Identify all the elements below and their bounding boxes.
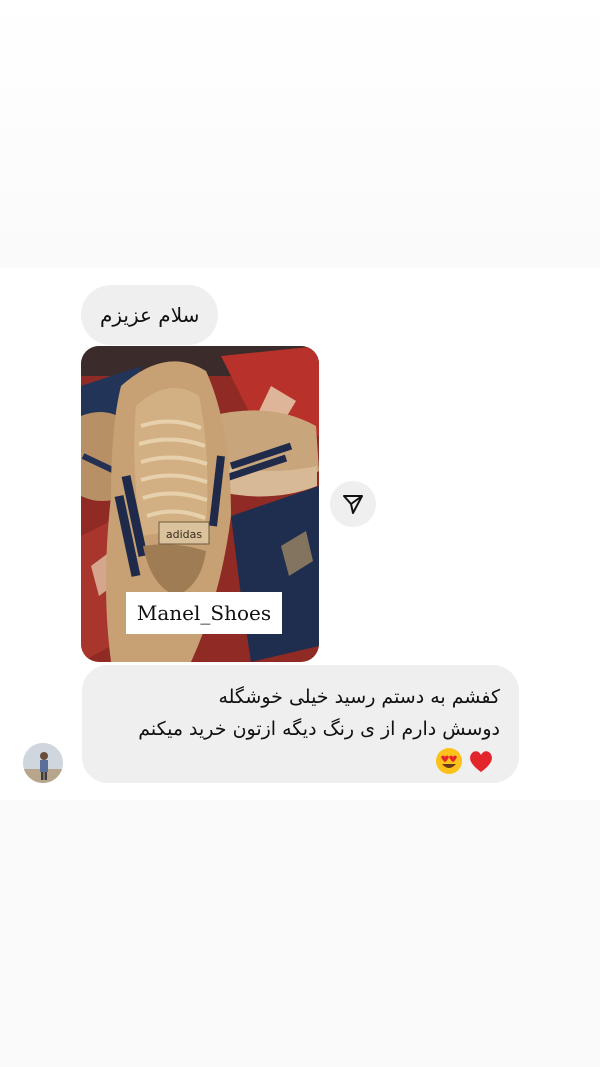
message-line-2: دوسش دارم از ی رنگ دیگه ازتون خرید میکنم (138, 718, 500, 740)
red-heart-emoji-icon (470, 751, 492, 772)
message-emoji-row (92, 745, 500, 777)
shoe-brand-label: adidas (166, 528, 203, 541)
user-avatar-icon (23, 743, 63, 783)
customer-message-bubble[interactable]: کفشم به دستم رسید خیلی خوشگله دوسش دارم … (82, 665, 519, 783)
watermark-label: Manel_Shoes (126, 592, 282, 634)
message-line-1: کفشم به دستم رسید خیلی خوشگله (218, 686, 500, 708)
shoe-photo-message[interactable]: adidas Manel_Shoes (81, 346, 319, 662)
share-button[interactable] (330, 481, 376, 527)
heart-eyes-emoji-icon (436, 748, 462, 774)
send-icon (343, 495, 363, 514)
top-empty-area (0, 0, 600, 268)
greeting-message-bubble[interactable]: سلام عزیزم (81, 285, 219, 345)
bottom-empty-area (0, 800, 600, 1067)
greeting-message-text: سلام عزیزم (100, 303, 200, 327)
sender-avatar[interactable] (23, 743, 63, 783)
